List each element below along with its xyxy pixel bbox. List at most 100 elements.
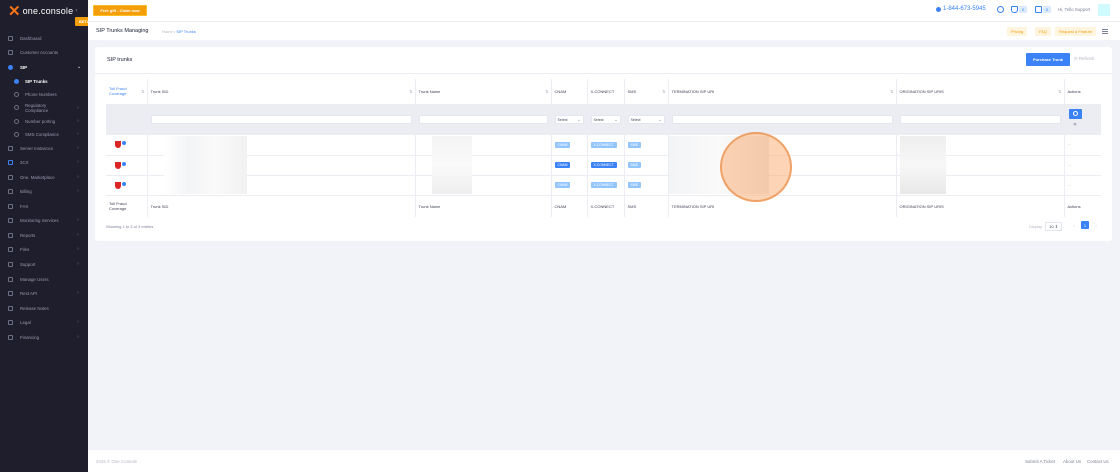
sidebar-item-financing[interactable]: Financing › [0, 331, 88, 343]
col-sms[interactable]: SMS ⇅ [624, 79, 669, 104]
porting-icon [14, 118, 19, 124]
logo[interactable]: ✕ one.console ‹ [8, 3, 77, 19]
col-cnam[interactable]: CNAM [551, 79, 588, 104]
redacted-origination-uris [900, 136, 946, 194]
sidebar-item-marketplace[interactable]: One. Marketplace › [0, 171, 88, 183]
free-gift-button[interactable]: Free gift - Claim now [93, 5, 147, 16]
shield-icon [115, 181, 121, 189]
breadcrumb-home[interactable]: Home [162, 29, 173, 34]
submit-ticket-link[interactable]: Submit A Ticket [1025, 459, 1055, 464]
sms-badge[interactable]: SMS [627, 162, 641, 168]
xconnect-badge[interactable]: X-CONNECT [590, 141, 617, 148]
sms-badge[interactable]: SMS [627, 182, 641, 188]
user-greeting[interactable]: Hi, Tello Support [1058, 7, 1090, 12]
search-icon[interactable] [997, 6, 1004, 13]
sidebar-item-support[interactable]: Support › [0, 258, 88, 270]
page-title: SIP Trunks Managing [96, 28, 149, 34]
sms-filter-select[interactable]: Select ⌄ [627, 115, 665, 125]
chevron-right-icon: › [77, 174, 79, 180]
clear-filter-icon[interactable]: ✕ [1069, 122, 1082, 130]
sidebar-item-monitoring[interactable]: Monitoring Services › [0, 214, 88, 226]
sidebar-item-rest-api[interactable]: Rest API › [0, 287, 88, 299]
sidebar-item-billing[interactable]: Billing › [0, 185, 88, 197]
request-feature-button[interactable]: Request a Feature [1055, 27, 1097, 36]
page-size-select[interactable]: 10 ⇕ [1045, 222, 1063, 231]
col-actions: Actions [1067, 88, 1081, 94]
sidebar-item-reports[interactable]: Reports › [0, 229, 88, 241]
cnam-badge[interactable]: CNAM [554, 182, 571, 188]
filter-row: Select ⌄ Select ⌄ Select ⌄ ✕ [106, 104, 1101, 135]
phone-number[interactable]: 1-844-673-5945 [936, 6, 986, 12]
termination-filter-input[interactable] [671, 115, 893, 125]
faq-button[interactable]: FAQ [1035, 27, 1052, 36]
sidebar-item-phone-numbers[interactable]: Phone Numbers [0, 88, 88, 100]
col-termination-uri[interactable]: TERMINATION SIP URI ⇅ [668, 79, 897, 104]
sidebar-item-fax[interactable]: FAX [0, 200, 88, 212]
col-toll-fraud[interactable]: Toll Fraud Coverage ⇅ [106, 79, 148, 104]
avatar[interactable] [1098, 4, 1110, 16]
cnam-filter-select[interactable]: Select ⌄ [554, 115, 584, 125]
row-actions-icon[interactable]: ··· [1068, 142, 1072, 147]
page-1-button[interactable]: 1 [1081, 221, 1089, 229]
breadcrumb-separator: • [173, 29, 176, 34]
sidebar-item-regulatory-compliance[interactable]: Regulatory Compliance › [0, 101, 88, 114]
trunk-sid-filter-input[interactable] [150, 115, 412, 125]
compliance-icon [14, 105, 19, 110]
dashboard-icon [8, 35, 13, 41]
cart-icon[interactable] [1035, 6, 1042, 13]
refresh-button[interactable]: ⟳ Refresh [1074, 56, 1094, 62]
origination-filter-input[interactable] [899, 115, 1061, 125]
info-icon[interactable] [122, 161, 126, 166]
xconnect-filter-select[interactable]: Select ⌄ [590, 115, 621, 125]
menu-icon[interactable] [1102, 29, 1108, 34]
chevron-right-icon: › [77, 145, 79, 151]
sort-icon: ⇅ [409, 89, 413, 94]
about-link[interactable]: About Us [1063, 459, 1081, 464]
sidebar-item-sip-trunks[interactable]: SIP Trunks [0, 75, 88, 87]
card-title: SIP trunks [107, 57, 133, 63]
trunk-name-filter-input[interactable] [418, 115, 548, 125]
sip-trunks-icon [14, 78, 19, 84]
next-page-button[interactable]: › [1092, 221, 1100, 229]
row-actions-icon[interactable]: ··· [1068, 183, 1072, 188]
card-divider [95, 73, 1112, 74]
col-trunk-name[interactable]: Trunk Name ⇅ [415, 79, 552, 104]
cnam-badge[interactable]: CNAM [554, 162, 571, 168]
sidebar-item-3cx[interactable]: 3CX › [0, 156, 88, 168]
sidebar-item-server-instances[interactable]: Server Instances › [0, 142, 88, 154]
search-button[interactable] [1068, 109, 1082, 120]
bell-icon[interactable] [1011, 6, 1018, 13]
fax-icon [8, 203, 13, 209]
prev-page-button[interactable]: ‹ [1070, 221, 1078, 229]
pricing-button[interactable]: Pricing [1007, 27, 1028, 36]
info-icon[interactable] [122, 141, 126, 146]
sidebar-item-legal[interactable]: Legal › [0, 316, 88, 328]
notes-icon [8, 305, 13, 311]
copyright: 2025 © One.Console [96, 459, 138, 464]
sidebar-item-dashboard[interactable]: Dashboard [0, 32, 88, 44]
sidebar-item-release-notes[interactable]: Release Notes [0, 302, 88, 314]
contact-link[interactable]: Contact Us [1087, 459, 1109, 464]
sidebar-item-sms-compliance[interactable]: SMS Compliance › [0, 128, 88, 140]
cnam-badge[interactable]: CNAM [554, 141, 571, 148]
sidebar-item-customer-accounts[interactable]: Customer Accounts [0, 46, 88, 58]
sms-badge[interactable]: SMS [627, 141, 641, 148]
sip-trunks-card: SIP trunks Purchase Trunk ⟳ Refresh Toll… [95, 47, 1112, 241]
sip-trunks-table: Toll Fraud Coverage ⇅ Trunk SID ⇅ Trunk Na… [106, 79, 1101, 217]
collapse-chevron-icon[interactable]: ‹ [75, 8, 77, 14]
col-trunk-sid[interactable]: Trunk SID ⇅ [147, 79, 416, 104]
xconnect-badge[interactable]: X-CONNECT [590, 182, 617, 188]
shield-icon [115, 141, 121, 149]
purchase-trunk-button[interactable]: Purchase Trunk [1026, 53, 1070, 66]
row-actions-icon[interactable]: ··· [1068, 163, 1072, 168]
sidebar-item-manage-users[interactable]: Manage Users [0, 273, 88, 285]
xconnect-badge[interactable]: X-CONNECT [590, 162, 617, 168]
col-xconnect[interactable]: X-CONNECT [587, 79, 625, 104]
sidebar-item-number-porting[interactable]: Number porting › [0, 115, 88, 127]
info-icon[interactable] [122, 181, 126, 186]
sidebar-item-files[interactable]: Files › [0, 243, 88, 255]
col-origination-uris[interactable]: ORIGINATION SIP URIS ⇅ [896, 79, 1065, 104]
sidebar-item-sip[interactable]: SIP ⌄ [0, 61, 88, 73]
reports-icon [8, 232, 13, 238]
marketplace-icon [8, 174, 13, 180]
